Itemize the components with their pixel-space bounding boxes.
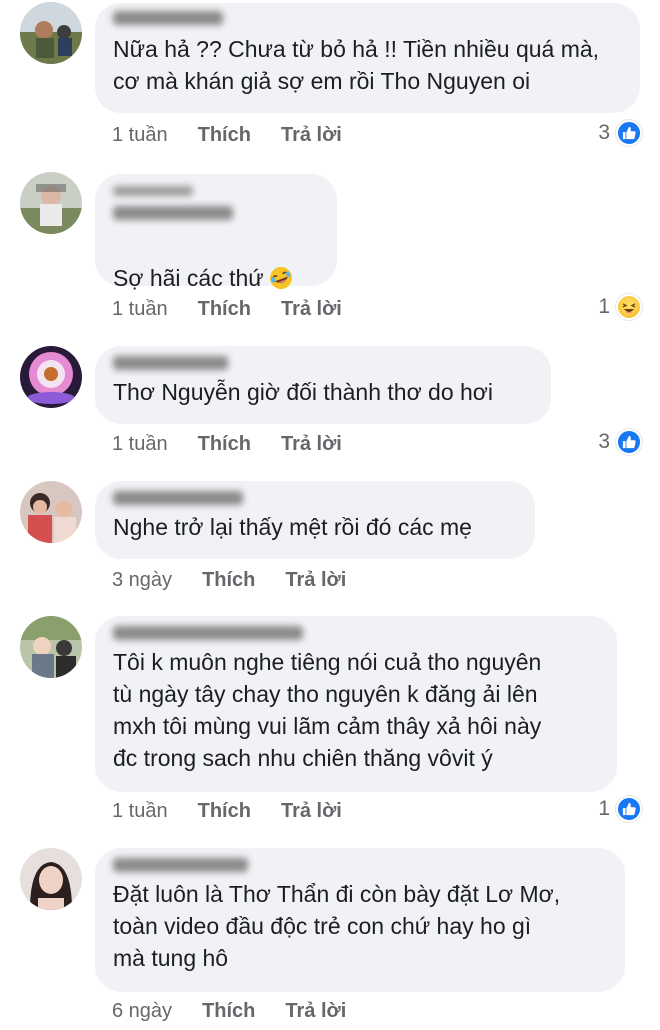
reaction-count: 1 <box>598 295 610 318</box>
avatar[interactable] <box>20 346 82 408</box>
comment-text: Tôi k muôn nghe tiêng nói cuả tho nguyên… <box>113 649 542 771</box>
avatar-photo <box>20 848 82 910</box>
avatar-photo <box>20 172 82 234</box>
commenter-name-blurred-2[interactable] <box>113 206 233 220</box>
avatar-photo <box>20 616 82 678</box>
avatar[interactable] <box>20 616 82 678</box>
comment-text: Nghe trở lại thấy mệt rồi đó các mẹ <box>113 514 472 540</box>
comment-text-content: Sợ hãi các thứ <box>113 265 264 291</box>
comment-timestamp[interactable]: 6 ngày <box>112 1000 172 1023</box>
like-button[interactable]: Thích <box>198 433 251 456</box>
reaction-summary[interactable]: 3 <box>598 120 642 146</box>
like-button[interactable]: Thích <box>202 569 255 592</box>
reaction-count: 3 <box>598 121 610 144</box>
commenter-name-blurred[interactable] <box>113 11 223 25</box>
reply-button[interactable]: Trả lời <box>281 298 342 321</box>
comment-bubble: Thơ Nguyễn giờ đối thành thơ do hơi <box>95 346 551 424</box>
reply-button[interactable]: Trả lời <box>285 1000 346 1023</box>
comment-timestamp[interactable]: 1 tuần <box>112 433 168 456</box>
haha-icon <box>616 294 642 320</box>
comment-actions: 6 ngày Thích Trả lời <box>112 1000 346 1023</box>
comment-bubble: Đặt luôn là Thơ Thẩn đi còn bày đặt Lơ M… <box>95 848 625 992</box>
reaction-count: 1 <box>598 797 610 820</box>
comment-bubble: Nghe trở lại thấy mệt rồi đó các mẹ <box>95 481 535 559</box>
like-icon <box>616 429 642 455</box>
comment-text: Đặt luôn là Thơ Thẩn đi còn bày đặt Lơ M… <box>113 881 561 971</box>
comment-actions: 1 tuần Thích Trả lời <box>112 298 342 321</box>
comment-bubble: Nữa hả ?? Chưa từ bỏ hả !! Tiền nhiều qu… <box>95 3 640 113</box>
avatar-photo <box>20 2 82 64</box>
comment-actions: 1 tuần Thích Trả lời <box>112 124 342 147</box>
like-button[interactable]: Thích <box>198 298 251 321</box>
reply-button[interactable]: Trả lời <box>281 433 342 456</box>
commenter-name-blurred[interactable] <box>113 356 228 370</box>
comment-timestamp[interactable]: 1 tuần <box>112 124 168 147</box>
reply-button[interactable]: Trả lời <box>281 800 342 823</box>
commenter-name-blurred[interactable] <box>113 626 303 640</box>
avatar[interactable] <box>20 848 82 910</box>
like-icon <box>616 796 642 822</box>
like-button[interactable]: Thích <box>198 124 251 147</box>
avatar[interactable] <box>20 172 82 234</box>
reaction-count: 3 <box>598 430 610 453</box>
avatar-photo <box>20 481 82 543</box>
commenter-name-blurred[interactable] <box>113 858 248 872</box>
rofl-emoji-icon <box>269 267 292 289</box>
comment-timestamp[interactable]: 1 tuần <box>112 800 168 823</box>
comment-text: Sợ hãi các thứ <box>113 230 319 294</box>
comment-timestamp[interactable]: 3 ngày <box>112 569 172 592</box>
comment-text: Thơ Nguyễn giờ đối thành thơ do hơi <box>113 379 493 405</box>
avatar[interactable] <box>20 2 82 64</box>
commenter-name-blurred[interactable] <box>113 491 243 505</box>
commenter-name-blurred[interactable] <box>113 186 193 196</box>
comment-actions: 1 tuần Thích Trả lời <box>112 433 342 456</box>
comment-actions: 3 ngày Thích Trả lời <box>112 569 346 592</box>
reaction-summary[interactable]: 1 <box>598 294 642 320</box>
like-button[interactable]: Thích <box>202 1000 255 1023</box>
reply-button[interactable]: Trả lời <box>285 569 346 592</box>
comment-timestamp[interactable]: 1 tuần <box>112 298 168 321</box>
like-button[interactable]: Thích <box>198 800 251 823</box>
reaction-summary[interactable]: 1 <box>598 796 642 822</box>
like-icon <box>616 120 642 146</box>
reply-button[interactable]: Trả lời <box>281 124 342 147</box>
avatar[interactable] <box>20 481 82 543</box>
reaction-summary[interactable]: 3 <box>598 429 642 455</box>
comment-actions: 1 tuần Thích Trả lời <box>112 800 342 823</box>
comment-bubble: Sợ hãi các thứ <box>95 174 337 291</box>
avatar-photo <box>20 346 82 408</box>
comment-bubble: Tôi k muôn nghe tiêng nói cuả tho nguyên… <box>95 616 617 792</box>
comment-text: Nữa hả ?? Chưa từ bỏ hả !! Tiền nhiều qu… <box>113 36 600 94</box>
